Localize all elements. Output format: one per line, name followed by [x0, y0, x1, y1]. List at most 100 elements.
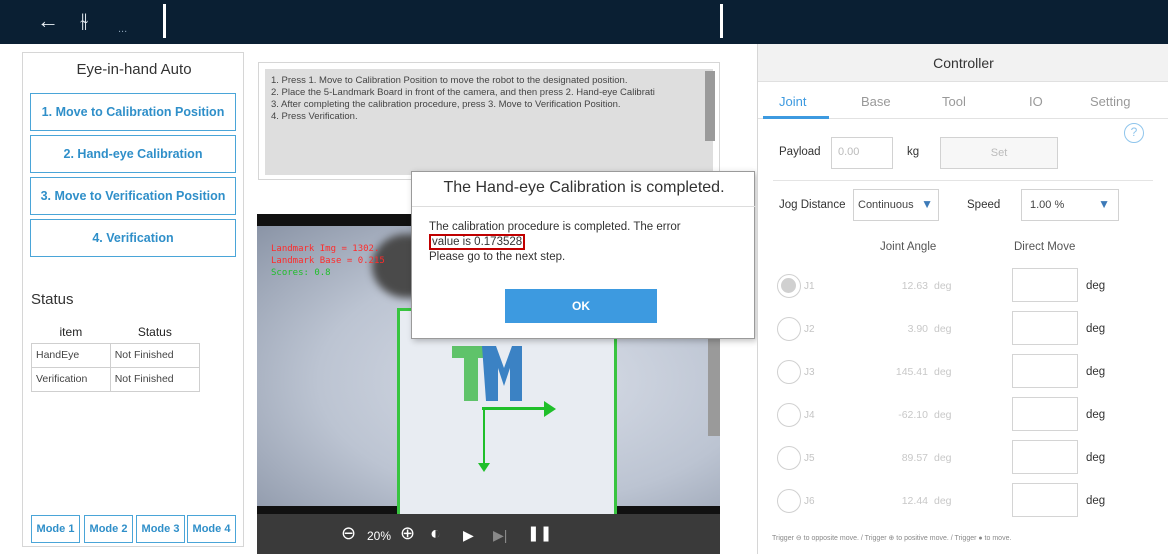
mode-2-button[interactable]: Mode 2: [84, 515, 133, 543]
speed-select[interactable]: 1.00 % ▼: [1021, 189, 1119, 221]
direct-move-input[interactable]: [1012, 397, 1078, 431]
mode-4-button[interactable]: Mode 4: [187, 515, 236, 543]
hand-eye-calibration-button[interactable]: 2. Hand-eye Calibration: [30, 135, 236, 173]
payload-unit: kg: [907, 146, 920, 158]
instructions-text: 1. Press 1. Move to Calibration Position…: [265, 69, 713, 175]
topbar-divider: [163, 4, 166, 38]
instructions-panel: 1. Press 1. Move to Calibration Position…: [258, 62, 720, 180]
joint-value: 12.63: [901, 280, 928, 292]
tab-joint[interactable]: Joint: [779, 94, 806, 109]
direct-move-input[interactable]: [1012, 311, 1078, 345]
pause-icon[interactable]: ❚❚: [527, 523, 552, 545]
direct-move-input[interactable]: [1012, 354, 1078, 388]
dialog-body: The calibration procedure is completed. …: [429, 220, 681, 265]
direct-move-input[interactable]: [1012, 268, 1078, 302]
joint-name: J5: [804, 453, 815, 464]
app-root: ← ⫳ ... Eye-in-hand Auto 1. Move to Cali…: [0, 0, 1168, 554]
joint-name: J1: [804, 281, 815, 292]
joint-unit: deg: [934, 280, 952, 292]
overlay-scores: Scores: 0.8: [271, 268, 331, 278]
instruction-line: 2. Place the 5-Landmark Board in front o…: [271, 87, 655, 98]
tm-logo-icon: [452, 346, 522, 401]
joint-radio-j5[interactable]: [777, 446, 801, 470]
joint-name: J6: [804, 496, 815, 507]
calibration-complete-dialog: The Hand-eye Calibration is completed. T…: [411, 171, 756, 339]
dialog-line: Please go to the next step.: [429, 251, 566, 263]
section-divider: [773, 180, 1153, 181]
table-cell: Not Finished: [109, 342, 201, 368]
top-bar: ← ⫳ ...: [0, 0, 1168, 44]
instructions-scrollbar[interactable]: [705, 71, 715, 141]
status-title: Status: [31, 291, 74, 308]
joint-angle-header: Joint Angle: [880, 241, 937, 253]
instruction-line: 4. Press Verification.: [271, 111, 358, 122]
column-header: Status: [137, 324, 172, 339]
overlay-landmark-img: Landmark Img = 1302.: [271, 244, 380, 254]
back-arrow-icon[interactable]: ←: [37, 8, 59, 34]
dialog-line: The calibration procedure is completed. …: [429, 221, 681, 233]
joint-radio-j3[interactable]: [777, 360, 801, 384]
mode-1-button[interactable]: Mode 1: [31, 515, 80, 543]
instruction-line: 1. Press 1. Move to Calibration Position…: [271, 75, 628, 86]
verification-button[interactable]: 4. Verification: [30, 219, 236, 257]
joint-unit: deg: [934, 495, 952, 507]
joint-name: J2: [804, 324, 815, 335]
play-icon[interactable]: ▶: [463, 524, 474, 546]
joint-value: 145.41: [895, 366, 928, 378]
payload-label: Payload: [779, 146, 821, 158]
table-cell: HandEye: [31, 342, 111, 368]
axis-y-arrow: [483, 409, 485, 465]
joint-unit: deg: [934, 409, 952, 421]
jog-distance-value: Continuous: [858, 199, 914, 211]
table-row: HandEye Not Finished: [31, 342, 201, 368]
error-value-highlight: value is 0.173528: [429, 234, 526, 250]
tab-base[interactable]: Base: [861, 94, 891, 109]
direct-move-input[interactable]: [1012, 483, 1078, 517]
zoom-in-icon[interactable]: ⊕: [400, 522, 415, 544]
instruction-line: 3. After completing the calibration proc…: [271, 99, 621, 110]
more-icon[interactable]: ...: [118, 16, 127, 42]
joint-radio-j1[interactable]: [777, 274, 801, 298]
table-cell: Not Finished: [109, 366, 201, 392]
tab-tool[interactable]: Tool: [942, 94, 966, 109]
tab-setting[interactable]: Setting: [1090, 94, 1130, 109]
direct-move-unit: deg: [1086, 452, 1106, 464]
calibration-panel: Eye-in-hand Auto 1. Move to Calibration …: [22, 52, 244, 547]
move-to-verification-button[interactable]: 3. Move to Verification Position: [30, 177, 236, 215]
step-forward-icon[interactable]: ▶|: [493, 524, 507, 546]
controller-header: Controller: [758, 44, 1168, 82]
joint-value: -62.10: [898, 409, 928, 421]
joint-radio-j2[interactable]: [777, 317, 801, 341]
axis-y-arrowhead: [478, 463, 490, 472]
help-icon[interactable]: ?: [1124, 123, 1144, 143]
table-cell: Verification: [31, 366, 111, 392]
settings-sliders-icon[interactable]: ⫳: [80, 8, 88, 34]
joint-unit: deg: [934, 452, 952, 464]
payload-input[interactable]: 0.00: [831, 137, 893, 169]
ok-button[interactable]: OK: [505, 289, 657, 323]
move-to-calibration-button[interactable]: 1. Move to Calibration Position: [30, 93, 236, 131]
color-wheel-icon[interactable]: ◐: [430, 522, 441, 544]
tab-io[interactable]: IO: [1029, 94, 1043, 109]
direct-move-input[interactable]: [1012, 440, 1078, 474]
status-table: item Status HandEye Not Finished Verific…: [31, 321, 201, 392]
zoom-out-icon[interactable]: ⊖: [341, 522, 356, 544]
joint-radio-j4[interactable]: [777, 403, 801, 427]
direct-move-unit: deg: [1086, 366, 1106, 378]
chevron-down-icon: ▼: [921, 197, 933, 211]
table-header-row: item Status: [32, 321, 200, 343]
mode-3-button[interactable]: Mode 3: [136, 515, 185, 543]
joint-radio-j6[interactable]: [777, 489, 801, 513]
joint-value: 89.57: [901, 452, 928, 464]
joint-value: 3.90: [907, 323, 928, 335]
jog-distance-label: Jog Distance: [779, 199, 846, 211]
dialog-divider: [412, 206, 756, 207]
jog-distance-select[interactable]: Continuous ▼: [853, 189, 939, 221]
panel-title: Eye-in-hand Auto: [76, 61, 192, 78]
direct-move-header: Direct Move: [1014, 241, 1076, 253]
joint-value: 12.44: [901, 495, 928, 507]
axis-x-arrowhead: [544, 401, 556, 417]
set-payload-button[interactable]: Set: [940, 137, 1058, 169]
controller-title: Controller: [933, 55, 994, 71]
direct-move-unit: deg: [1086, 280, 1106, 292]
